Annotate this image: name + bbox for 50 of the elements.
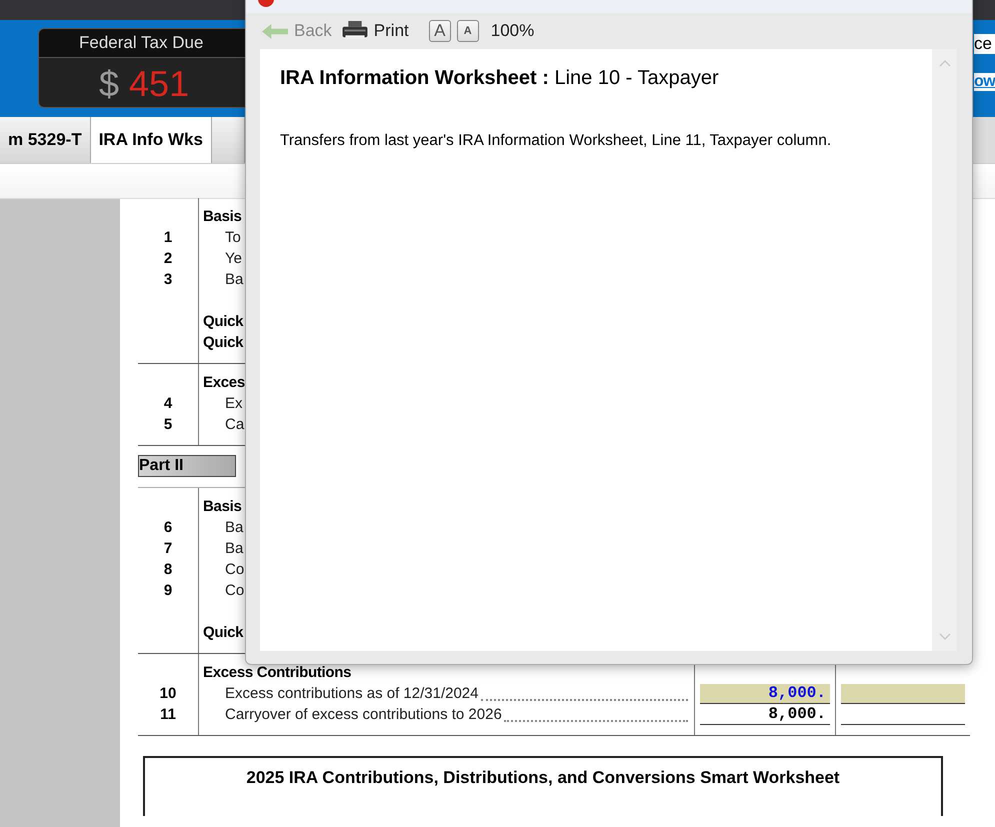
section-heading: Basis [203, 498, 242, 515]
line-label: Carryover of excess contributions to 2026 [224, 706, 502, 723]
scroll-down-icon[interactable] [938, 633, 950, 641]
form-tab[interactable]: m 5329-T [0, 117, 91, 163]
form-tab[interactable]: IRA Info Wks [90, 117, 212, 163]
scroll-up-icon[interactable] [938, 59, 950, 67]
line-label: Co [224, 561, 244, 578]
line-number: 9 [164, 582, 172, 599]
help-title: IRA Information Worksheet : Line 10 - Taxpayer [280, 67, 720, 90]
font-size-button[interactable]: A [456, 20, 479, 42]
header-text: ce [974, 34, 995, 54]
line-label: Excess contributions as of 12/31/2024 [224, 685, 478, 702]
back-arrow-icon [262, 24, 288, 38]
header-link[interactable]: ow [974, 73, 995, 91]
line-number: 6 [164, 519, 172, 536]
line-number: 5 [164, 416, 172, 433]
line-number: 3 [164, 271, 172, 288]
line-label: Co [224, 582, 244, 599]
zoom-level: 100% [490, 21, 534, 41]
line-label: Ex [224, 395, 243, 412]
section-heading: Quick [203, 313, 244, 330]
worksheet-title: 2025 IRA Contributions, Distributions, and Conversions Smart Worksheet [246, 768, 840, 789]
line-number: 11 [160, 706, 176, 723]
section-heading: Excess Contributions [203, 664, 352, 681]
line-number: 10 [160, 685, 176, 702]
section-heading: Exces [203, 374, 245, 391]
section-heading: Basis [203, 208, 242, 225]
line-label: Ca [224, 416, 244, 433]
help-text: Transfers from last year's IRA Information Worksheet, Line 11, Taxpayer column. [280, 132, 832, 150]
currency-sign: $ [99, 63, 120, 104]
amount-field[interactable] [841, 684, 965, 704]
line-label: Ba [224, 271, 244, 288]
print-button[interactable]: Print [342, 20, 415, 42]
line-label: Ba [224, 519, 244, 536]
section-heading: Quick [203, 624, 244, 641]
amount-cell: 8,000. [700, 704, 830, 724]
line-number: 2 [164, 250, 172, 267]
section-heading: Quick [203, 334, 244, 351]
line-label: Ba [224, 540, 244, 557]
line-number: 7 [164, 540, 172, 557]
tax-due-amount: 451 [129, 63, 190, 104]
amount-field[interactable]: 8,000. [700, 684, 830, 704]
part-label: Part II [138, 455, 236, 477]
line-label: To [224, 229, 241, 246]
scrollbar[interactable] [932, 49, 957, 651]
font-size-button[interactable]: A [428, 20, 451, 42]
line-number: 8 [164, 561, 172, 578]
line-number: 1 [164, 229, 172, 246]
line-label: Ye [224, 250, 242, 267]
line-number: 4 [164, 395, 172, 412]
